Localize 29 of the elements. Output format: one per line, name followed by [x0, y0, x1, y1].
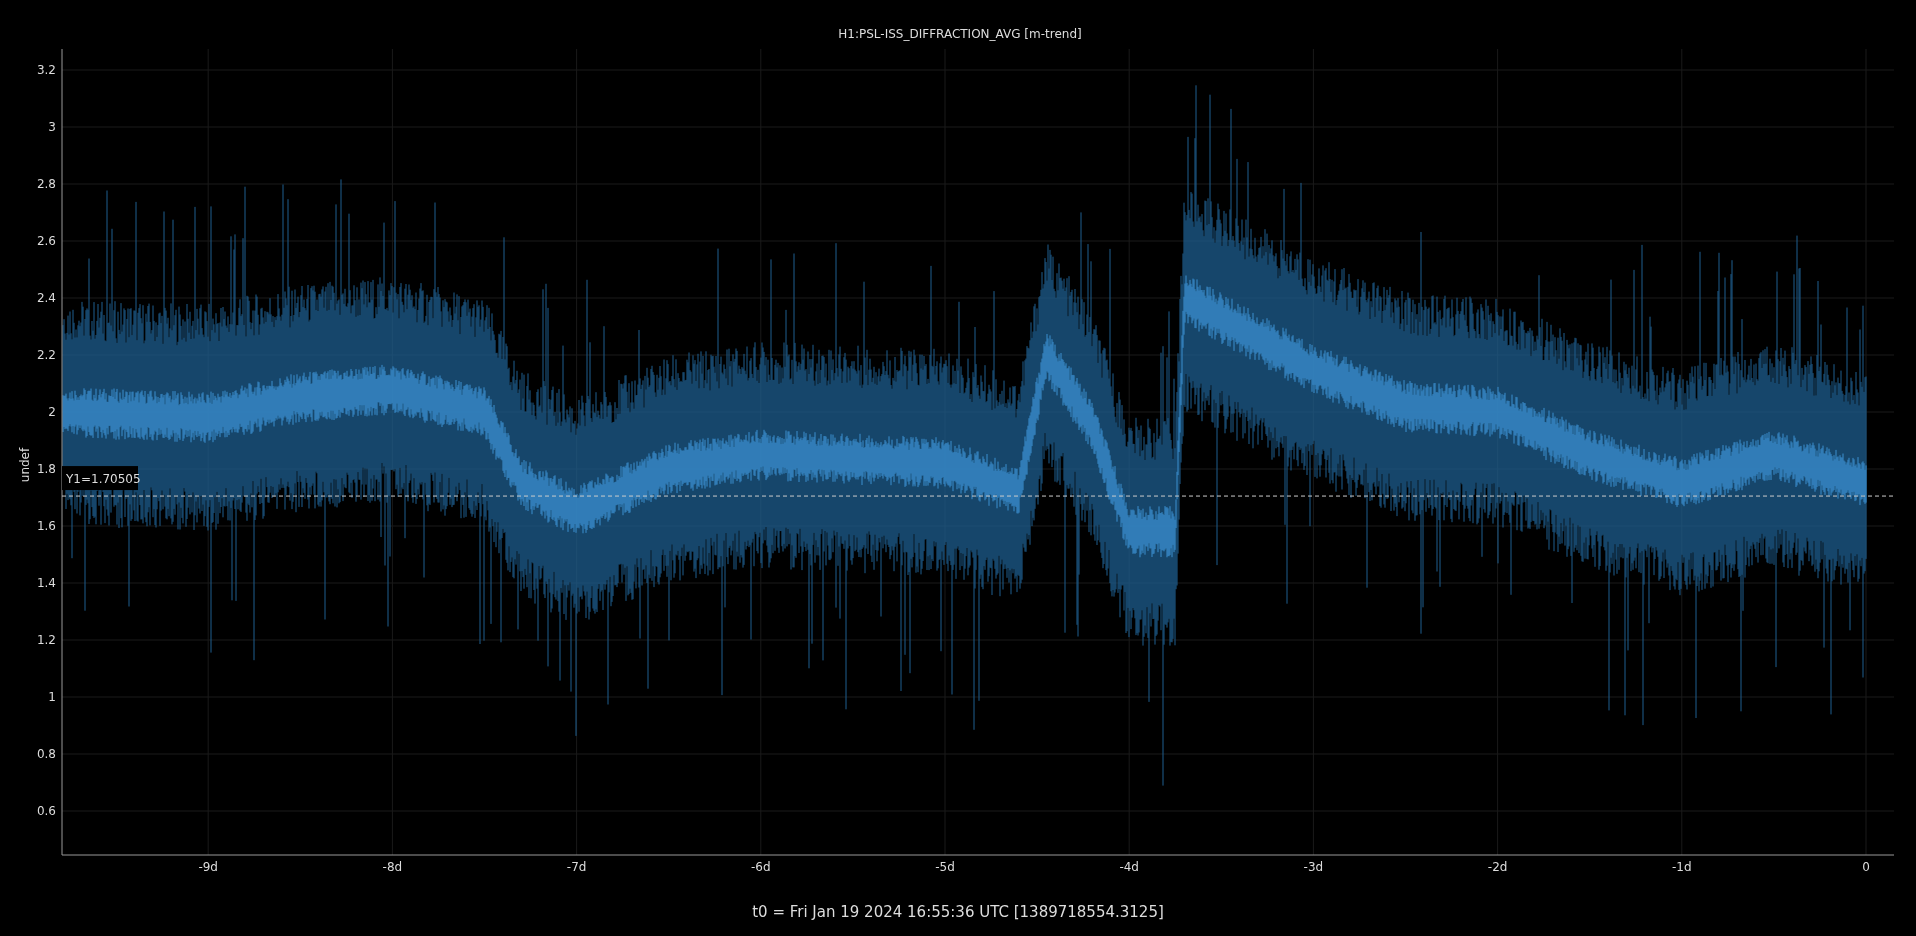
x-tick-label: -6d	[751, 860, 771, 874]
x-tick-label: -1d	[1672, 860, 1692, 874]
x-tick-label: -7d	[566, 860, 587, 874]
plot-title: H1:PSL-ISS_DIFFRACTION_AVG [m-trend]	[838, 27, 1082, 41]
cursor-label: Y1=1.70505	[62, 466, 141, 491]
y-tick-label: 1.2	[36, 633, 56, 647]
time-origin-label: t0 = Fri Jan 19 2024 16:55:36 UTC [1389718554.3125]	[752, 903, 1164, 921]
y-tick-label: 0.6	[36, 804, 56, 818]
y-tick-label: 3.2	[36, 63, 56, 77]
y-tick-label: 2.2	[36, 348, 56, 362]
y-axis-label: undef	[18, 447, 32, 483]
x-tick-label: 0	[1862, 860, 1870, 874]
cursor-line[interactable]	[61, 495, 1895, 497]
y-tick-label: 2.4	[36, 291, 56, 305]
x-tick-label: -4d	[1119, 860, 1139, 874]
y-tick-label: 3	[48, 120, 56, 134]
y-tick-label: 1.4	[36, 576, 56, 590]
y-tick-label: 1.6	[36, 519, 56, 533]
y-tick-label: 0.8	[36, 747, 56, 761]
x-tick-label: -3d	[1303, 860, 1324, 874]
x-tick-label: -9d	[198, 860, 218, 874]
x-tick-label: -2d	[1487, 860, 1508, 874]
y-tick-label: 2.6	[36, 234, 56, 248]
x-tick-label: -8d	[382, 860, 403, 874]
y-tick-label: 1.8	[36, 462, 56, 476]
y-tick-label: 2.8	[36, 177, 56, 191]
x-tick-label: -5d	[935, 860, 955, 874]
y-tick-label: 1	[48, 690, 56, 704]
y-tick-label: 2	[48, 405, 56, 419]
